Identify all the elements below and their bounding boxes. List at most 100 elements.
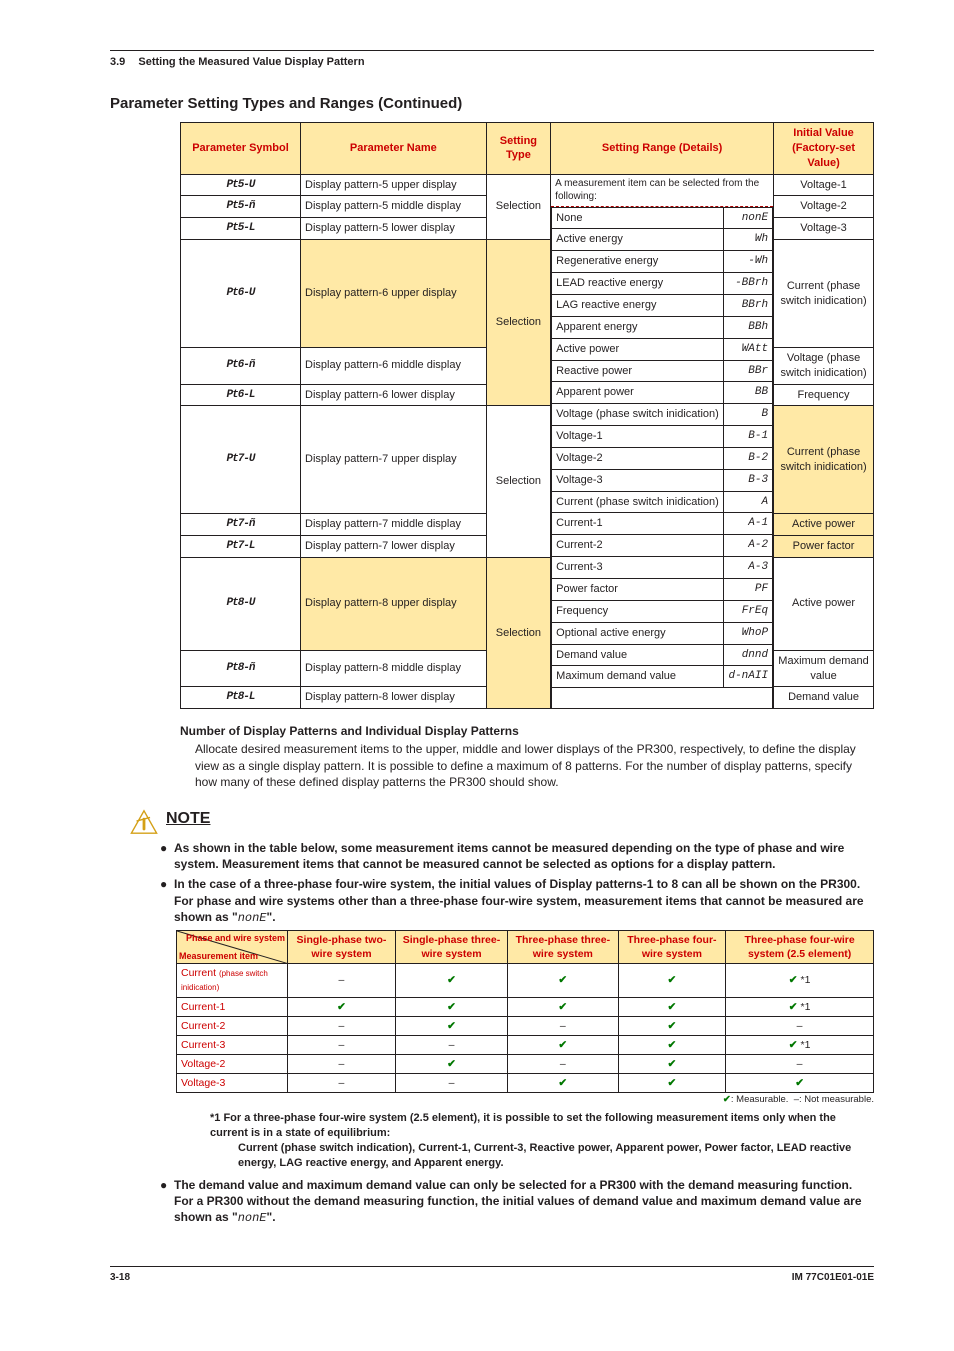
setting-type: Selection [486,174,551,240]
param-symbol: Pt8-ñ [181,650,301,687]
table-row: Voltage-3––✔✔✔ [177,1074,874,1093]
meas-cell: ✔ [618,997,726,1016]
param-symbol: Pt5-U [181,174,301,196]
initial-value: Voltage-1 [774,174,874,196]
meas-cell: – [288,964,396,997]
meas-label: Current (phase switch inidication) [177,964,288,997]
footnote-1b: Current (phase switch indication), Curre… [238,1141,874,1171]
param-symbol: Pt6-L [181,384,301,406]
meas-cell: ✔ [395,997,507,1016]
param-symbol: Pt7-ñ [181,514,301,536]
meas-cell: – [726,1055,874,1074]
setting-type: Selection [486,240,551,406]
section-number: 3.9 [110,56,125,68]
meas-cell: ✔ [508,997,619,1016]
th-range: Setting Range (Details) [551,123,774,175]
setting-type: Selection [486,557,551,708]
meas-label: Current-2 [177,1016,288,1035]
table-row: Voltage-2–✔–✔– [177,1055,874,1074]
meas-cell: – [288,1016,396,1035]
meas-cell: ✔ [395,1055,507,1074]
meas-cell: – [288,1055,396,1074]
bullet-2: ●In the case of a three-phase four-wire … [160,876,874,926]
param-name: Display pattern-6 lower display [301,384,487,406]
meas-cell: ✔ [618,1035,726,1054]
param-name: Display pattern-5 lower display [301,218,487,240]
table-row: Current (phase switch inidication)–✔✔✔✔ … [177,964,874,997]
doc-code: IM 77C01E01-01E [792,1271,874,1285]
meas-label: Voltage-2 [177,1055,288,1074]
initial-value: Voltage-2 [774,196,874,218]
meas-cell: – [726,1016,874,1035]
paragraph: Allocate desired measurement items to th… [195,741,874,790]
initial-value: Voltage (phase switch inidication) [774,347,874,384]
meas-cell: ✔ [618,1016,726,1035]
param-symbol: Pt6-U [181,240,301,348]
meas-cell: – [288,1074,396,1093]
param-symbol: Pt5-ñ [181,196,301,218]
meas-cell: ✔ [508,964,619,997]
meas-cell: ✔ [395,964,507,997]
meas-label: Current-3 [177,1035,288,1054]
meas-cell: ✔ [618,964,726,997]
initial-value: Frequency [774,384,874,406]
param-symbol: Pt7-L [181,535,301,557]
meas-cell: – [288,1035,396,1054]
param-name: Display pattern-6 middle display [301,347,487,384]
param-name: Display pattern-7 middle display [301,514,487,536]
th-initial: Initial Value (Factory-set Value) [774,123,874,175]
param-symbol: Pt6-ñ [181,347,301,384]
table-row: Current-3––✔✔✔ *1 [177,1035,874,1054]
initial-value: Current (phase switch inidication) [774,240,874,348]
initial-value: Demand value [774,687,874,709]
meas-cell: ✔ *1 [726,997,874,1016]
page-title: Parameter Setting Types and Ranges (Cont… [110,94,874,114]
meas-cell: – [395,1074,507,1093]
param-name: Display pattern-8 middle display [301,650,487,687]
meas-cell: – [508,1016,619,1035]
param-name: Display pattern-7 upper display [301,406,487,514]
initial-value: Active power [774,557,874,650]
table-row: Current-2–✔–✔– [177,1016,874,1035]
param-symbol: Pt5-L [181,218,301,240]
measurement-table: Phase and wire system Measurement item S… [176,930,874,1094]
th-type: Setting Type [486,123,551,175]
bullet-1: ●As shown in the table below, some measu… [160,840,874,872]
meas-label: Voltage-3 [177,1074,288,1093]
meas-cell: ✔ *1 [726,1035,874,1054]
meas-cell: ✔ [618,1055,726,1074]
table-row: Pt5-UDisplay pattern-5 upper displaySele… [181,174,874,196]
table-legend: ✔✔: Measurable. –: Not measurable.: Meas… [176,1094,874,1107]
section-title: Setting the Measured Value Display Patte… [138,56,364,68]
parameter-table: Parameter Symbol Parameter Name Setting … [180,122,874,709]
meas-cell: ✔ [508,1074,619,1093]
param-symbol: Pt8-U [181,557,301,650]
bullet-3: ●The demand value and maximum demand val… [160,1177,874,1227]
meas-cell: ✔ [618,1074,726,1093]
initial-value: Power factor [774,535,874,557]
warning-icon [130,808,158,836]
note-label: NOTE [166,808,874,830]
param-name: Display pattern-5 upper display [301,174,487,196]
page-number: 3-18 [110,1271,130,1285]
setting-type: Selection [486,406,551,557]
meas-cell: – [395,1035,507,1054]
footnote-1: *1 For a three-phase four-wire system (2… [210,1111,874,1141]
meas-cell: ✔ [508,1035,619,1054]
param-name: Display pattern-6 upper display [301,240,487,348]
param-name: Display pattern-7 lower display [301,535,487,557]
diag-header: Phase and wire system Measurement item [177,930,288,963]
param-symbol: Pt7-U [181,406,301,514]
page-footer: 3-18 IM 77C01E01-01E [110,1266,874,1285]
subheading: Number of Display Patterns and Individua… [180,723,874,739]
meas-label: Current-1 [177,997,288,1016]
param-name: Display pattern-5 middle display [301,196,487,218]
th-name: Parameter Name [301,123,487,175]
table-row: Current-1✔✔✔✔✔ *1 [177,997,874,1016]
note-block: NOTE [130,808,874,836]
section-header: 3.9 Setting the Measured Value Display P… [110,50,874,70]
meas-cell: ✔ [726,1074,874,1093]
initial-value: Current (phase switch inidication) [774,406,874,514]
meas-cell: ✔ [395,1016,507,1035]
initial-value: Voltage-3 [774,218,874,240]
